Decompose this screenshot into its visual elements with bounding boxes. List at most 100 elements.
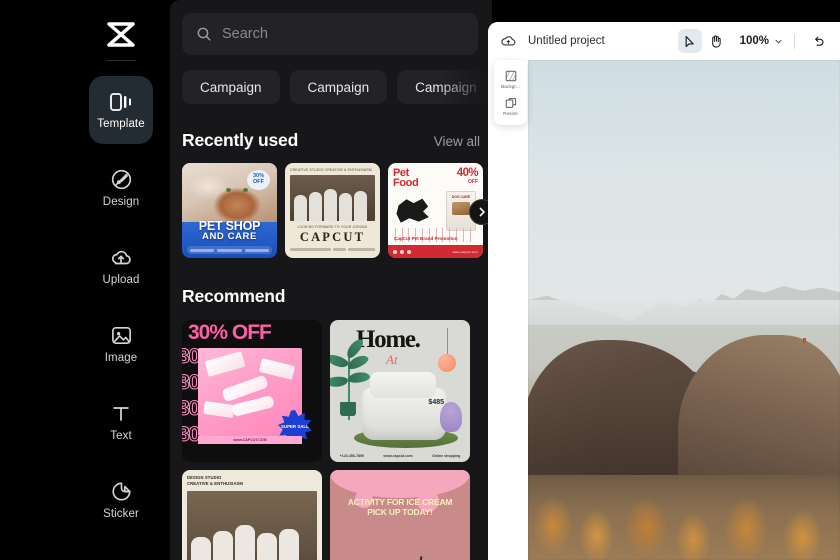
resize-icon — [504, 96, 517, 109]
note: Online shopping — [431, 454, 461, 458]
sidebar-item-text[interactable]: Text — [89, 388, 153, 456]
discount-label: 40% OFF — [456, 167, 479, 185]
script-text: At — [386, 352, 398, 367]
image-icon — [109, 324, 133, 348]
chip-label: Campaign — [415, 79, 477, 95]
template-card-30-percent-off-cosmetics[interactable]: 30% OFF 30% OFF 30% OFF 30% OFF 30% OFF … — [182, 320, 322, 462]
left-navigation-rail: Template Design Upload Image Text Sticke… — [0, 0, 170, 560]
flower-decor — [440, 402, 462, 432]
zoom-control[interactable]: 100% — [740, 35, 783, 47]
sidebar-item-design[interactable]: Design — [89, 154, 153, 222]
sofa-product — [362, 372, 446, 440]
card-subtitle: AND CARE — [202, 231, 257, 243]
search-icon — [196, 26, 212, 42]
discount-badge: 30% OFF — [247, 170, 270, 190]
recommend-row-1: 30% OFF 30% OFF 30% OFF 30% OFF 30% OFF … — [182, 320, 470, 462]
discount-sub: OFF — [468, 179, 478, 185]
cursor-arrow-icon — [683, 35, 696, 48]
sticker-icon — [109, 480, 133, 504]
sidebar-item-label: Text — [110, 429, 132, 442]
canvas-workspace[interactable] — [528, 60, 840, 560]
dock-label: Resize — [503, 111, 518, 116]
chip-campaign-2[interactable]: Campaign — [289, 70, 388, 104]
chevron-right-icon — [476, 206, 488, 218]
pack-label: DOG CARE — [451, 195, 471, 199]
team-photo — [290, 175, 375, 222]
sidebar-item-template[interactable]: Template — [89, 76, 153, 144]
recommend-row-2: DESIGN STUDIO CREATIVE & ENTHUSIASM ACTI… — [182, 470, 470, 560]
straw — [413, 556, 423, 560]
editor-toolbar: Untitled project 100% — [488, 22, 840, 60]
capcut-logo-icon — [101, 16, 141, 54]
phone: +123-456-7890 — [339, 454, 365, 458]
template-card-design-studio-group[interactable]: DESIGN STUDIO CREATIVE & ENTHUSIASM — [182, 470, 322, 560]
desert-scrub-foreground — [528, 475, 840, 560]
background-tool-button[interactable]: Backgr... — [501, 69, 520, 89]
sidebar-item-label: Sticker — [103, 507, 139, 520]
cloud-sync-icon — [498, 31, 518, 51]
template-panel: Search Campaign Campaign Campaign Recent… — [170, 0, 492, 560]
search-placeholder: Search — [222, 26, 268, 42]
sidebar-item-label: Template — [97, 117, 145, 130]
headline: ACTIVITY FOR ICE CREAM PICK UP TODAY! — [347, 497, 453, 517]
splat-shape — [396, 198, 429, 223]
hand-tool-button[interactable] — [704, 29, 728, 53]
project-name[interactable]: Untitled project — [528, 35, 605, 47]
card-title: CAPCUT — [299, 230, 366, 245]
template-card-capcut-team-photo[interactable]: CREATIVE STUDIO CREATIVE & ENTHUSIASM LO… — [285, 163, 380, 258]
site: www.capcut.com — [383, 454, 413, 458]
card-header: CREATIVE STUDIO CREATIVE & ENTHUSIASM — [290, 168, 372, 172]
capcut-app-window: Template Design Upload Image Text Sticke… — [0, 0, 840, 560]
sidebar-item-image[interactable]: Image — [89, 310, 153, 378]
undo-arrow-icon — [812, 35, 825, 48]
sidebar-item-label: Image — [104, 351, 138, 364]
sidebar-item-sticker[interactable]: Sticker — [89, 466, 153, 534]
group-photo — [187, 491, 317, 560]
view-all-link[interactable]: View all — [434, 134, 480, 149]
price-label: $485 — [428, 399, 444, 406]
card-footer-bar: +123-456-7890 www.capcut.com Online shop… — [330, 450, 470, 462]
summit-marker — [802, 337, 806, 343]
toolbar-divider — [794, 33, 795, 49]
cloud-upload-icon — [109, 246, 133, 270]
template-card-ice-cream-activity[interactable]: ACTIVITY FOR ICE CREAM PICK UP TODAY! — [330, 470, 470, 560]
section-title: Recently used — [182, 130, 299, 150]
zoom-level-label: 100% — [739, 35, 769, 47]
cursor-tool-button[interactable] — [677, 29, 702, 53]
chip-campaign-1[interactable]: Campaign — [182, 70, 280, 104]
desert-mountain-landscape-photo[interactable] — [528, 60, 840, 560]
chip-label: Campaign — [200, 79, 262, 95]
chip-campaign-3[interactable]: Campaign — [397, 70, 492, 104]
pendant-lamp — [438, 328, 456, 372]
card-caption: LOOKING FORWARD TO YOUR JOINING — [297, 225, 368, 230]
template-card-pet-shop-and-care[interactable]: 30% OFF PET SHOP AND CARE — [182, 163, 277, 258]
design-brush-icon — [109, 168, 133, 192]
card-footer-bar: www.capcut.com — [388, 245, 483, 258]
card-footer-bar — [187, 246, 272, 254]
search-input[interactable]: Search — [182, 13, 478, 55]
card-title: Pet Food — [393, 167, 419, 190]
sidebar-item-upload[interactable]: Upload — [89, 232, 153, 300]
card-title: PET SHOP AND CARE — [182, 219, 277, 243]
chip-label: Campaign — [307, 79, 370, 95]
background-icon — [504, 69, 517, 82]
sidebar-item-overflow[interactable] — [89, 544, 153, 560]
template-icon — [109, 90, 133, 114]
resize-tool-button[interactable]: Resize — [503, 96, 518, 116]
undo-button[interactable] — [806, 29, 830, 53]
card-url: www.CAPCUT.COM — [198, 436, 302, 444]
recently-used-header: Recently used View all — [182, 130, 480, 151]
editor-window: Untitled project 100% Backgr... Resize — [488, 22, 840, 560]
chevron-down-icon — [774, 37, 783, 46]
recently-used-row: 30% OFF PET SHOP AND CARE CREATIVE STUDI… — [182, 163, 492, 258]
canvas-tool-dock: Backgr... Resize — [494, 60, 527, 125]
dock-label: Backgr... — [501, 84, 520, 89]
brand-text: CapCut Pet Brand Promotion — [394, 236, 458, 242]
hand-pan-icon — [709, 34, 722, 48]
footer-url: www.capcut.com — [452, 249, 478, 254]
text-icon — [109, 402, 133, 426]
template-card-home-furniture-sale[interactable]: Home. At $485 +123-456-7890 www.capcut.c… — [330, 320, 470, 462]
rail-divider — [106, 60, 136, 61]
recommend-header: Recommend — [182, 286, 480, 307]
card-footer-bar — [290, 248, 375, 252]
